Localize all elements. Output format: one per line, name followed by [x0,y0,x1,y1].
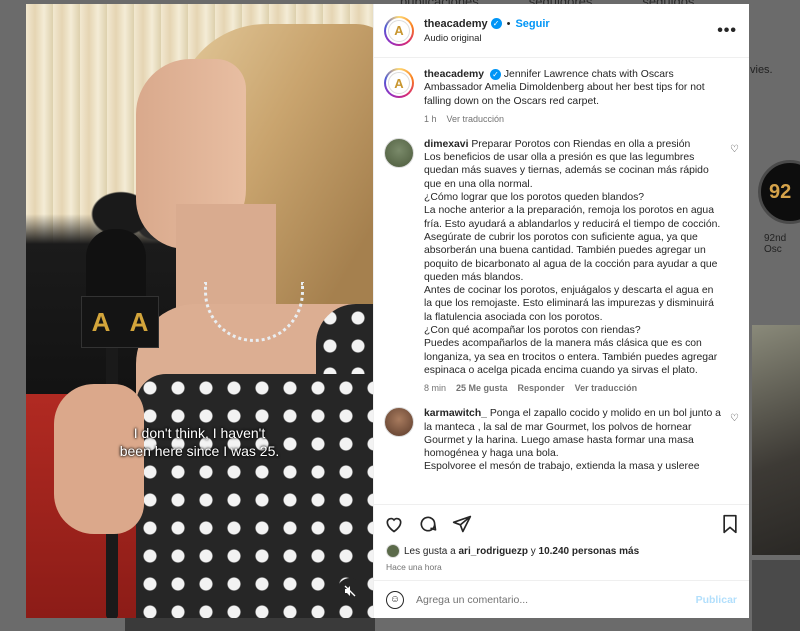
mute-button[interactable] [337,578,363,604]
story-highlight[interactable]: 92 [758,160,800,224]
likes-summary: Les gusta a ari_rodriguezp y 10.240 pers… [374,542,749,558]
reply-button[interactable]: Responder [518,383,565,393]
comment-meta: 8 min 25 Me gusta Responder Ver traducci… [424,383,721,393]
caption-meta: 1 h Ver traducción [424,114,721,124]
follow-button[interactable]: Seguir [515,18,549,30]
speaker-muted-icon [344,585,356,597]
post-actions-bar [374,504,749,542]
oscars-logo-icon: A [129,307,149,337]
video-subtitle: I don't think, I haven't been here since… [26,424,373,460]
liker-avatar[interactable] [386,544,400,558]
post-timestamp[interactable]: Hace una hora [374,558,749,580]
story-highlight-label: 92nd Osc [764,233,787,255]
comment-composer: ☺ Agrega un comentario... Publicar [374,580,749,618]
comment-time[interactable]: 8 min [424,383,446,393]
caption-username[interactable]: theacademy [424,69,484,80]
caption-avatar[interactable]: A [384,68,414,98]
translate-link[interactable]: Ver traducción [575,383,638,393]
polka-dot-dress [136,374,373,618]
commenter-username[interactable]: dimexavi [424,139,468,150]
reel-video[interactable]: A A I don't think, I haven't been here s… [26,4,373,618]
comment-line: Los beneficios de usar olla a presión es… [424,152,709,190]
likes-middle: y [530,545,536,557]
comment-line: ¿Con qué acompañar los porotos con riend… [424,325,641,337]
comment-like-heart-icon[interactable]: ♡ [730,144,739,155]
emoji-icon[interactable]: ☺ [386,590,404,609]
comment-item: karmawitch_ Ponga el zapallo cocido y mo… [384,407,739,473]
comment-likes[interactable]: 25 Me gusta [456,383,508,393]
comment-line: La noche anterior a la preparación, remo… [424,205,721,283]
comment-line: Puedes acompañarlos de la manera más clá… [424,338,718,376]
verified-badge-icon: ✓ [490,18,502,29]
subtitle-line: been here since I was 25. [119,443,280,459]
commenter-username[interactable]: karmawitch_ [424,408,487,419]
commenter-avatar[interactable] [384,407,414,438]
like-heart-icon[interactable] [384,514,404,534]
comments-list[interactable]: A theacademy ✓ Jennifer Lawrence chats w… [374,58,749,504]
comment-bubble-icon[interactable] [418,514,438,534]
comment-line: Preparar Porotos con Riendas en olla a p… [471,138,691,150]
comment-line: Espolvoree el mesón de trabajo, extienda… [424,461,700,473]
oscars-logo-icon: A [388,72,410,94]
bookmark-icon[interactable] [721,514,739,534]
grid-thumbnail[interactable] [752,560,800,631]
comment-line: ¿Cómo lograr que los porotos queden blan… [424,192,645,204]
verified-badge-icon: ✓ [489,69,501,81]
likes-prefix: Les gusta a [404,545,456,557]
comment-line: Antes de cocinar los porotos, enjuágalos… [424,285,714,323]
author-avatar[interactable]: A [384,15,414,46]
oscars-logo-icon: A [91,307,111,337]
caption: A theacademy ✓ Jennifer Lawrence chats w… [384,68,739,124]
share-paper-plane-icon[interactable] [452,514,472,534]
more-options-button[interactable]: ••• [717,22,737,40]
oscars-logo-icon: A [388,19,410,42]
post-comment-button[interactable]: Publicar [696,594,737,606]
post-modal: A A I don't think, I haven't been here s… [26,4,749,618]
comment-like-heart-icon[interactable]: ♡ [730,413,739,424]
grid-thumbnail[interactable] [752,325,800,555]
commenter-avatar[interactable] [384,137,414,168]
microphone-flag: A A [81,296,159,348]
comment-input[interactable]: Agrega un comentario... [416,594,696,606]
caption-time[interactable]: 1 h [424,114,437,124]
bio-fragment: vies. [750,64,773,76]
subtitle-line: I don't think, I haven't [133,425,266,441]
likes-count[interactable]: 10.240 personas más [539,546,640,557]
post-header: A theacademy ✓ • Seguir Audio original •… [374,4,749,58]
separator-dot: • [506,17,511,30]
comment-item: dimexavi Preparar Porotos con Riendas en… [384,137,739,393]
author-username[interactable]: theacademy [424,18,488,30]
post-side-panel: A theacademy ✓ • Seguir Audio original •… [373,4,749,618]
translate-link[interactable]: Ver traducción [447,114,505,124]
liker-username[interactable]: ari_rodriguezp [459,546,528,557]
audio-label[interactable]: Audio original [424,33,717,44]
